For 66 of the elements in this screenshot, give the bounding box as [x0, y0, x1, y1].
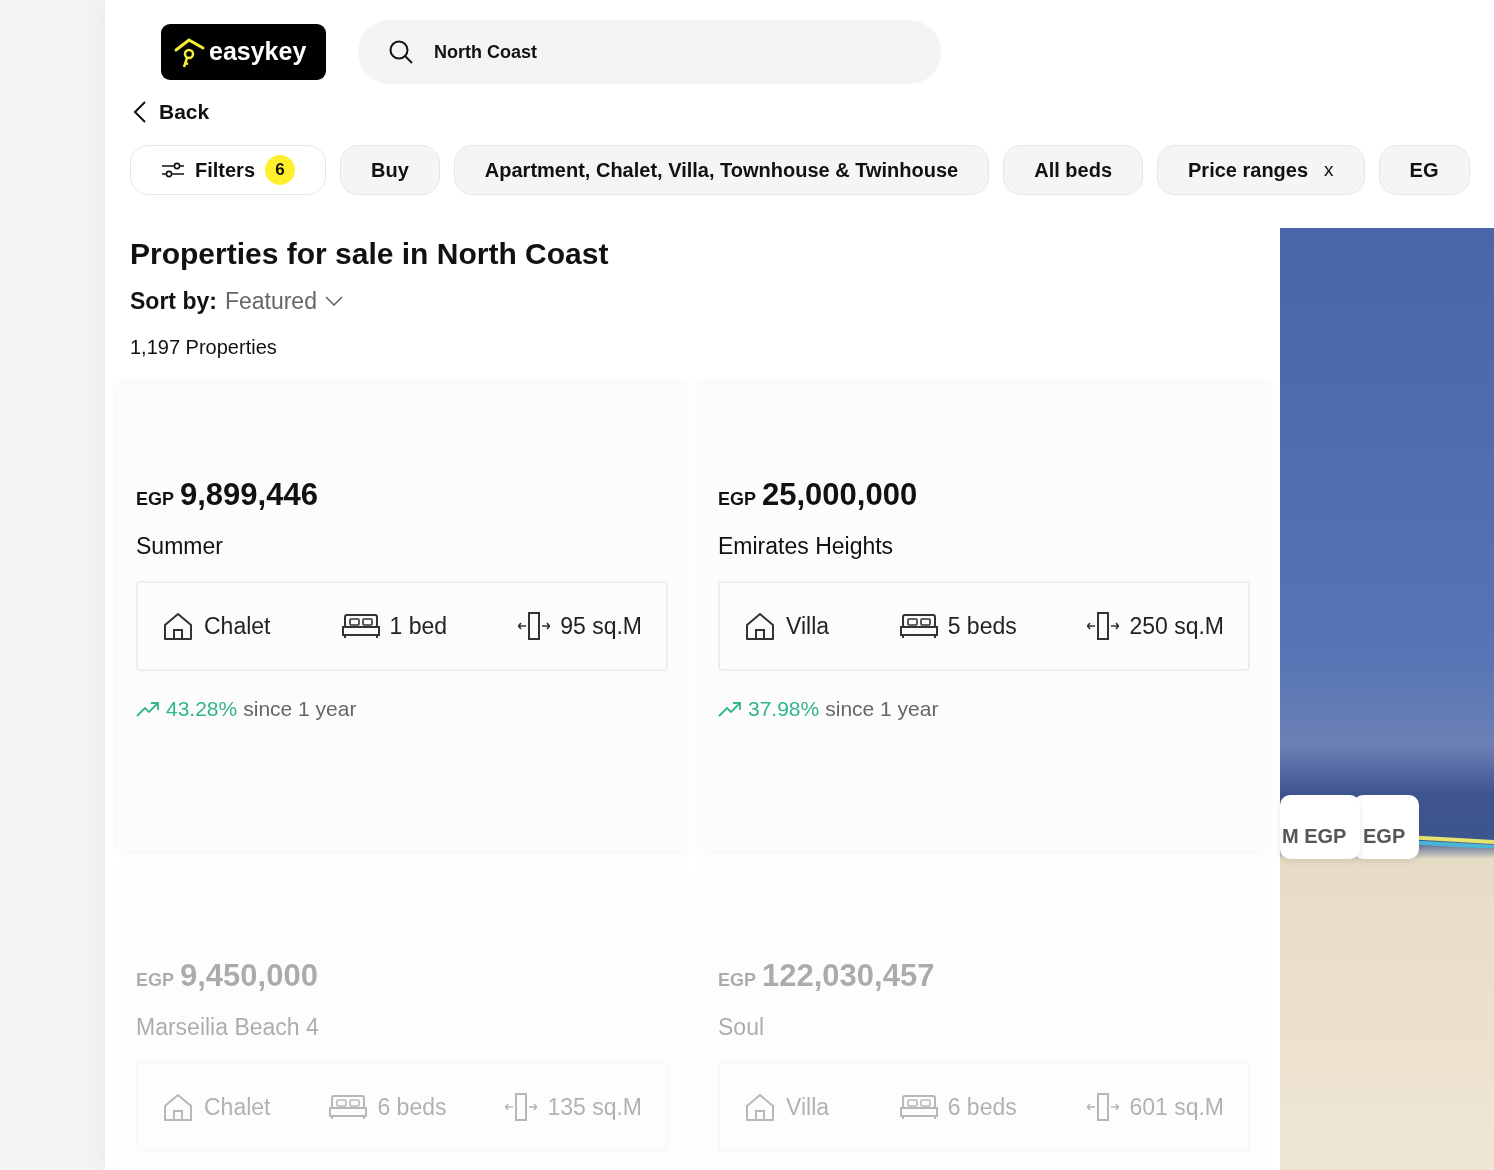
trend-up-icon — [136, 700, 160, 718]
area-size: 135 sq.M — [547, 1093, 642, 1122]
house-icon — [162, 1091, 194, 1124]
key-house-icon — [173, 35, 207, 69]
property-type: Villa — [786, 612, 830, 641]
change-period: since 1 year — [825, 696, 939, 723]
filter-chip[interactable]: Apartment, Chalet, Villa, Townhouse & Twinhouse — [453, 144, 990, 195]
price-change: 43.28% — [166, 696, 238, 723]
area-icon — [505, 1092, 538, 1123]
filter-chip[interactable]: Price ranges x — [1157, 144, 1365, 195]
filters-button[interactable]: Filters 6 — [130, 144, 327, 195]
house-icon — [744, 1091, 776, 1124]
property-name: Marseilia Beach 4 — [136, 1012, 320, 1042]
map-price-pin[interactable]: M EGP — [1280, 795, 1361, 859]
price: 9,450,000 — [180, 957, 318, 996]
property-name: Soul — [718, 1012, 766, 1042]
currency-label: EGP — [136, 969, 174, 993]
price-change: 37.98% — [748, 696, 820, 723]
area-icon — [1087, 611, 1120, 642]
price: 25,000,000 — [762, 476, 918, 515]
results-count: 1,197 Properties — [130, 335, 278, 361]
sliders-icon — [161, 160, 185, 179]
sort-label: Sort by: — [130, 286, 217, 316]
filter-chip[interactable]: All beds — [1003, 144, 1143, 195]
bed-count: 1 bed — [389, 612, 448, 641]
bed-icon — [329, 1094, 368, 1121]
bed-icon — [341, 613, 380, 640]
currency-label: EGP — [718, 969, 756, 993]
count-badge: 6 — [265, 154, 296, 185]
bed-count: 5 beds — [947, 612, 1017, 641]
sort-dropdown[interactable]: Featured — [224, 283, 343, 319]
chevron-down-icon — [324, 296, 343, 306]
filter-chip[interactable]: EG — [1378, 144, 1470, 195]
area-size: 95 sq.M — [560, 612, 642, 641]
chevron-left-icon — [133, 99, 147, 124]
property-name: Emirates Heights — [718, 531, 895, 561]
property-name: Summer — [136, 531, 224, 561]
currency-label: EGP — [136, 488, 174, 512]
area-icon — [1087, 1092, 1120, 1123]
bed-count: 6 beds — [947, 1093, 1017, 1122]
clear-icon[interactable]: x — [1324, 155, 1334, 184]
area-icon — [518, 611, 551, 642]
logo[interactable]: easykey — [161, 24, 326, 80]
change-period: since 1 year — [243, 696, 357, 723]
currency-label: EGP — [718, 488, 756, 512]
listing-card[interactable]: EGP 9,899,446 Summer Chalet 1 bed 95 sq.M 43.28% since 1 year — [118, 384, 686, 852]
bed-icon — [899, 613, 938, 640]
search-icon — [388, 39, 414, 65]
page-heading: Properties for sale in North Coast — [130, 235, 610, 272]
property-type: Chalet — [204, 1093, 271, 1122]
area-size: 601 sq.M — [1129, 1093, 1224, 1122]
map-view[interactable] — [1280, 228, 1494, 1170]
trend-up-icon — [718, 700, 742, 718]
property-type: Chalet — [204, 612, 271, 641]
house-icon — [162, 610, 194, 643]
price: 9,899,446 — [180, 476, 318, 515]
house-icon — [744, 610, 776, 643]
listing-card[interactable]: EGP 25,000,000 Emirates Heights Villa 5 beds 250 sq.M 37.98% since 1 year — [700, 384, 1268, 852]
filter-chip[interactable]: Buy — [340, 144, 440, 195]
price: 122,030,457 — [762, 957, 935, 996]
bed-icon — [899, 1094, 938, 1121]
area-size: 250 sq.M — [1129, 612, 1224, 641]
property-type: Villa — [786, 1093, 830, 1122]
back-link[interactable]: Back — [133, 96, 210, 128]
bed-count: 6 beds — [377, 1093, 447, 1122]
search-field[interactable]: North Coast — [358, 20, 941, 84]
